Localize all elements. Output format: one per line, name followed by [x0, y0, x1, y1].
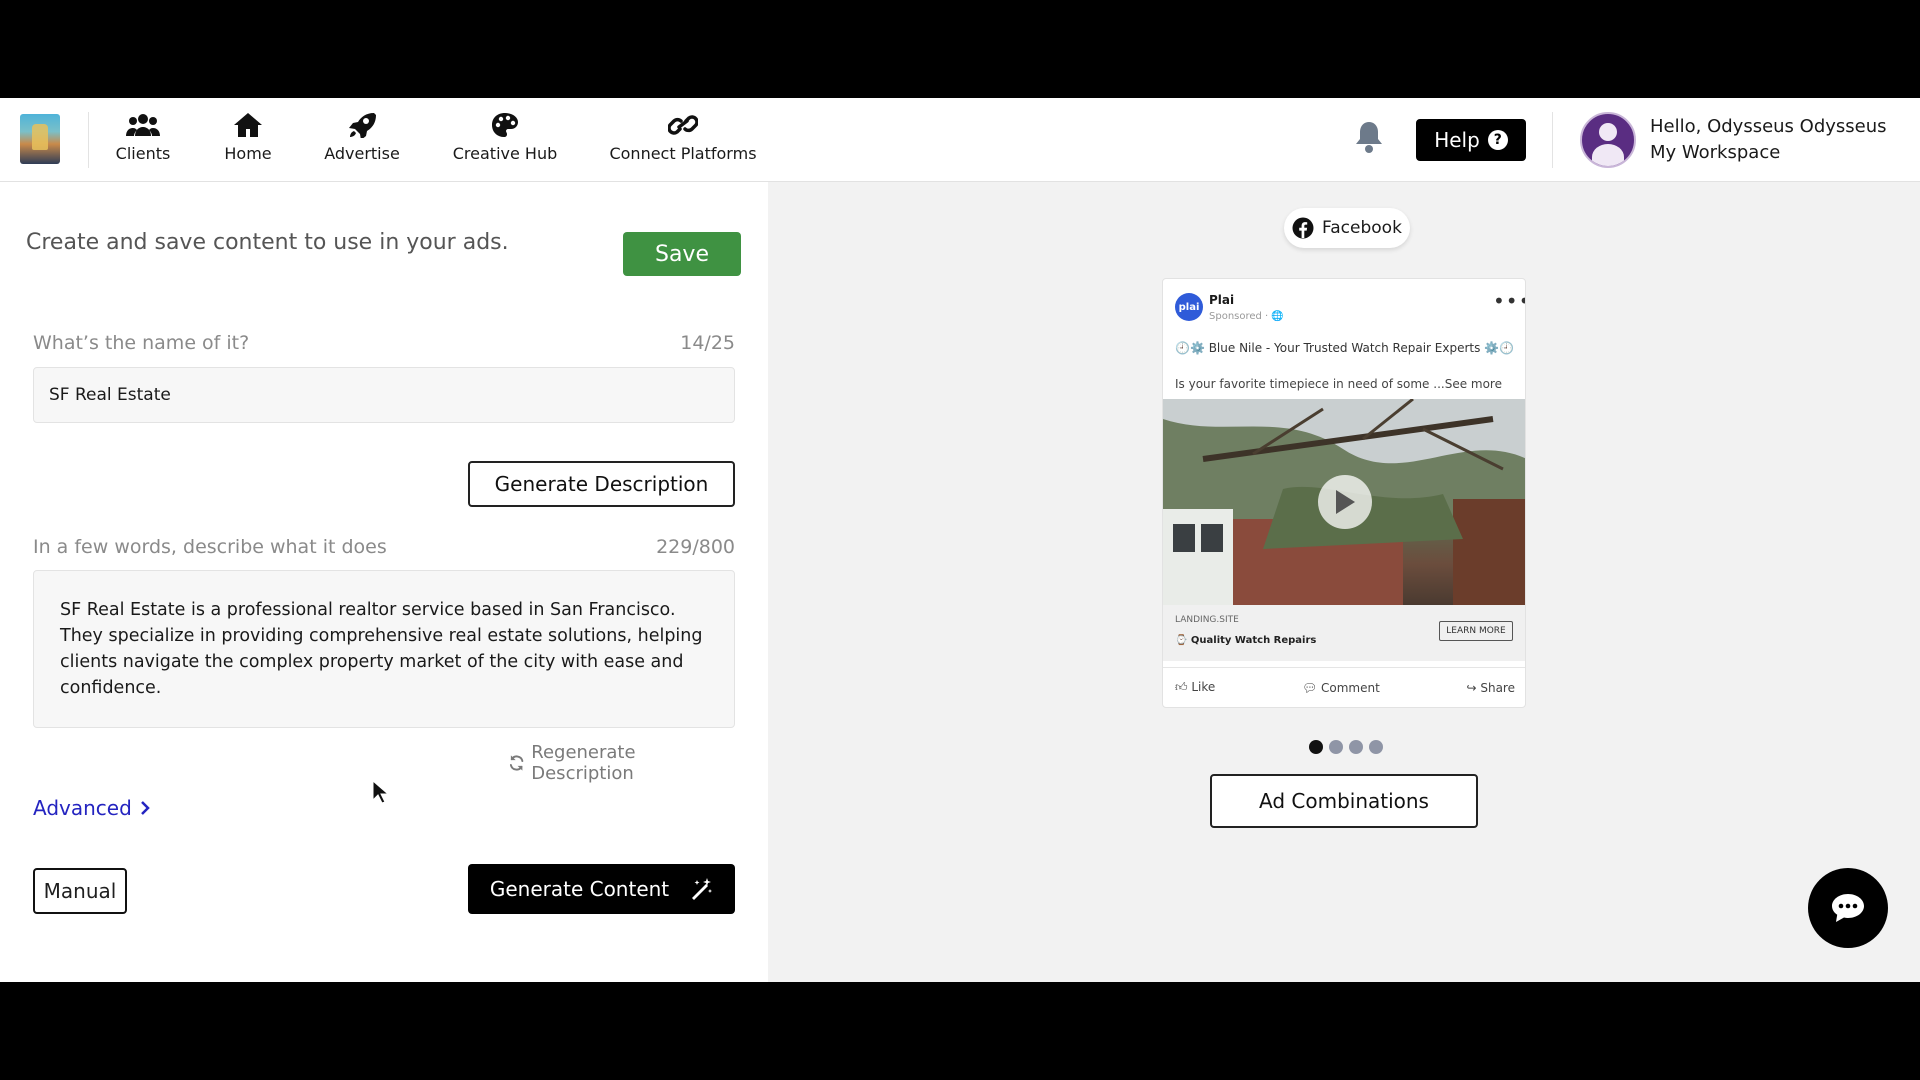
divider	[1552, 112, 1553, 168]
sponsored-label: Sponsored · 🌐	[1209, 311, 1284, 322]
top-navigation-bar: Clients Home Advertise Creative Hub Conn	[0, 98, 1920, 182]
help-button[interactable]: Help ?	[1416, 119, 1526, 161]
carousel-dot[interactable]	[1329, 740, 1343, 754]
name-char-counter: 14/25	[680, 332, 735, 354]
content-form-panel: Create and save content to use in your a…	[0, 182, 768, 982]
advanced-toggle[interactable]: Advanced	[33, 796, 150, 820]
regenerate-label: Regenerate Description	[531, 742, 636, 784]
carousel-indicator	[1309, 740, 1383, 754]
nav-creative-hub-label: Creative Hub	[452, 144, 558, 163]
name-input[interactable]	[33, 367, 735, 423]
greeting-text: Hello, Odysseus Odysseus	[1650, 116, 1887, 137]
nav-clients-label: Clients	[115, 144, 171, 163]
bell-icon[interactable]	[1354, 120, 1384, 154]
more-options-icon[interactable]: •••	[1493, 289, 1525, 313]
nav-home-label: Home	[224, 144, 272, 163]
facebook-icon	[1292, 217, 1314, 239]
carousel-dot[interactable]	[1349, 740, 1363, 754]
refresh-icon	[509, 755, 524, 771]
chat-widget-button[interactable]	[1808, 868, 1888, 948]
chevron-right-icon	[140, 801, 150, 815]
form-intro: Create and save content to use in your a…	[26, 230, 509, 255]
ad-link-footer: LANDING.SITE ⌚ Quality Watch Repairs LEA…	[1163, 605, 1525, 661]
ad-video-thumbnail[interactable]	[1163, 399, 1525, 605]
nav-creative-hub[interactable]: Creative Hub	[452, 112, 558, 168]
user-greeting[interactable]: Hello, Odysseus Odysseus My Workspace	[1650, 114, 1887, 166]
generate-content-label: Generate Content	[489, 877, 670, 901]
ad-preview-panel: Facebook plai Plai Sponsored · 🌐 ••• 🕘⚙️…	[768, 182, 1920, 982]
ad-body-text: Is your favorite timepiece in need of so…	[1175, 377, 1502, 391]
generate-content-button[interactable]: Generate Content	[468, 864, 735, 914]
generate-description-button[interactable]: Generate Description	[468, 461, 735, 507]
nav-clients[interactable]: Clients	[110, 112, 176, 168]
description-field-label: In a few words, describe what it does	[33, 536, 387, 558]
help-label: Help	[1434, 128, 1480, 152]
divider	[88, 112, 89, 168]
play-button-icon[interactable]	[1318, 475, 1372, 529]
carousel-dot[interactable]	[1309, 740, 1323, 754]
thumbs-up-icon: 👍︎	[1175, 680, 1192, 694]
workspace-name: My Workspace	[1650, 142, 1781, 163]
brand-logo[interactable]	[20, 114, 60, 164]
learn-more-button[interactable]: LEARN MORE	[1439, 621, 1513, 641]
comment-icon: 💬︎	[1301, 680, 1322, 695]
link-icon	[608, 112, 758, 140]
like-action[interactable]: 👍︎ Like	[1175, 680, 1215, 695]
page-name: Plai	[1209, 293, 1235, 307]
cta-title: ⌚ Quality Watch Repairs	[1175, 635, 1317, 646]
user-avatar[interactable]	[1580, 112, 1636, 168]
landing-site-label: LANDING.SITE	[1175, 615, 1239, 625]
name-field-label: What’s the name of it?	[33, 332, 250, 354]
mouse-cursor-icon	[372, 780, 388, 804]
nav-advertise-label: Advertise	[324, 144, 400, 163]
regenerate-description-link[interactable]: Regenerate Description	[508, 742, 735, 784]
manual-button[interactable]: Manual	[33, 868, 127, 914]
app-window: Clients Home Advertise Creative Hub Conn	[0, 98, 1920, 982]
description-textarea[interactable]: SF Real Estate is a professional realtor…	[33, 570, 735, 728]
carousel-dot[interactable]	[1369, 740, 1383, 754]
advanced-label: Advanced	[33, 796, 132, 820]
comment-action[interactable]: 💬︎ Comment	[1302, 681, 1380, 695]
question-icon: ?	[1487, 130, 1508, 150]
ad-combinations-button[interactable]: Ad Combinations	[1210, 774, 1478, 828]
description-char-counter: 229/800	[656, 536, 735, 558]
facebook-ad-preview-card: plai Plai Sponsored · 🌐 ••• 🕘⚙️ Blue Nil…	[1162, 278, 1526, 708]
platform-chip-facebook[interactable]: Facebook	[1284, 208, 1410, 248]
like-label: Like	[1191, 680, 1216, 694]
nav-connect-platforms-label: Connect Platforms	[609, 144, 757, 163]
magic-wand-icon	[692, 878, 713, 900]
rocket-icon	[322, 112, 402, 140]
chat-icon	[1832, 894, 1864, 922]
platform-label: Facebook	[1322, 218, 1402, 238]
users-icon	[110, 112, 176, 140]
save-button[interactable]: Save	[623, 232, 741, 276]
comment-label: Comment	[1321, 680, 1380, 695]
share-label: Share	[1480, 680, 1515, 695]
palette-icon	[452, 112, 558, 140]
nav-advertise[interactable]: Advertise	[322, 112, 402, 168]
share-action[interactable]: ↪ Share	[1466, 681, 1515, 695]
share-icon: ↪	[1466, 680, 1481, 695]
page-avatar: plai	[1175, 293, 1203, 321]
home-icon	[222, 112, 274, 140]
nav-home[interactable]: Home	[222, 112, 274, 168]
ad-headline: 🕘⚙️ Blue Nile - Your Trusted Watch Repai…	[1175, 341, 1515, 355]
ad-actions: 👍︎ Like 💬︎ Comment ↪ Share	[1163, 667, 1525, 707]
nav-connect-platforms[interactable]: Connect Platforms	[608, 112, 758, 168]
